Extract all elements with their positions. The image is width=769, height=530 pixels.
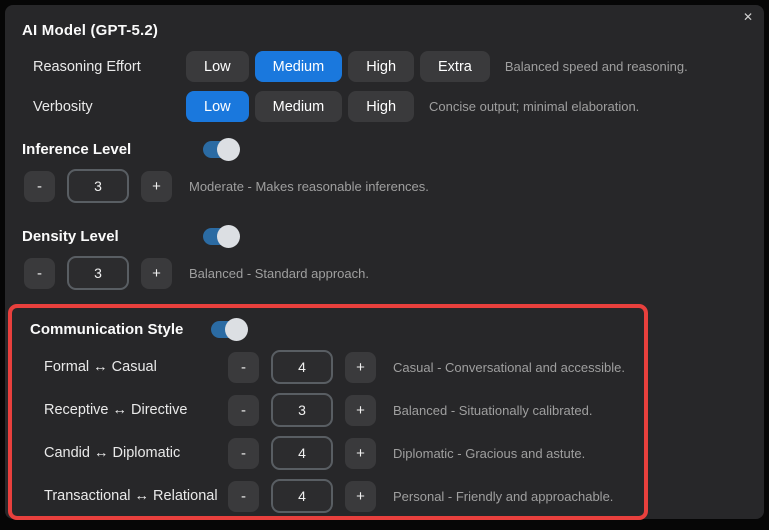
inference-level-toggle[interactable] xyxy=(203,138,240,161)
receptive-directive-value-field[interactable]: 3 xyxy=(271,393,333,427)
transactional-relational-row: Transactional ↔ Relational - 4 + Persona… xyxy=(44,479,644,513)
candid-diplomatic-plus-button[interactable]: + xyxy=(345,437,376,469)
candid-diplomatic-minus-button[interactable]: - xyxy=(228,437,259,469)
transactional-relational-label: Transactional ↔ Relational xyxy=(44,488,218,504)
candid-diplomatic-row: Candid ↔ Diplomatic - 4 + Diplomatic - G… xyxy=(44,436,644,470)
verbosity-row: Verbosity Low Medium High Concise output… xyxy=(33,91,764,122)
transactional-relational-minus-button[interactable]: - xyxy=(228,480,259,512)
reasoning-medium-button[interactable]: Medium xyxy=(254,51,343,82)
formal-casual-minus-button[interactable]: - xyxy=(228,351,259,383)
settings-panel: ✕ AI Model (GPT-5.2) Reasoning Effort Lo… xyxy=(5,5,764,520)
verbosity-description: Concise output; minimal elaboration. xyxy=(429,99,640,114)
verbosity-high-button[interactable]: High xyxy=(348,91,415,122)
verbosity-low-button[interactable]: Low xyxy=(186,91,249,122)
density-level-header: Density Level xyxy=(22,225,764,248)
communication-style-toggle[interactable] xyxy=(211,318,248,341)
communication-style-header: Communication Style xyxy=(30,318,644,341)
receptive-directive-label: Receptive ↔ Directive xyxy=(44,402,188,418)
density-value-field[interactable]: 3 xyxy=(67,256,129,290)
transactional-relational-plus-button[interactable]: + xyxy=(345,480,376,512)
communication-style-label: Communication Style xyxy=(30,321,184,338)
inference-description: Moderate - Makes reasonable inferences. xyxy=(189,178,429,194)
inference-minus-button[interactable]: - xyxy=(24,170,55,202)
density-level-stepper: - 3 + Balanced - Standard approach. xyxy=(24,256,764,290)
reasoning-extra-button[interactable]: Extra xyxy=(420,51,490,82)
toggle-knob xyxy=(217,138,240,161)
formal-casual-row: Formal ↔ Casual - 4 + Casual - Conversat… xyxy=(44,350,644,384)
density-level-label: Density Level xyxy=(22,228,119,245)
inference-level-label: Inference Level xyxy=(22,141,132,158)
candid-diplomatic-description: Diplomatic - Gracious and astute. xyxy=(393,445,586,461)
reasoning-high-button[interactable]: High xyxy=(348,51,415,82)
reasoning-effort-description: Balanced speed and reasoning. xyxy=(504,59,688,74)
verbosity-options: Low Medium High xyxy=(186,91,415,122)
inference-level-stepper: - 3 + Moderate - Makes reasonable infere… xyxy=(24,169,764,203)
panel-title: AI Model (GPT-5.2) xyxy=(22,22,159,39)
formal-casual-value-field[interactable]: 4 xyxy=(271,350,333,384)
transactional-relational-value-field[interactable]: 4 xyxy=(271,479,333,513)
verbosity-medium-button[interactable]: Medium xyxy=(254,91,343,122)
toggle-knob xyxy=(217,225,240,248)
verbosity-label: Verbosity xyxy=(33,98,93,115)
density-description: Balanced - Standard approach. xyxy=(189,265,369,281)
formal-casual-description: Casual - Conversational and accessible. xyxy=(393,359,625,375)
candid-diplomatic-label: Candid ↔ Diplomatic xyxy=(44,445,181,461)
highlight-box: Communication Style Formal ↔ Casual - 4 … xyxy=(8,304,648,520)
inference-plus-button[interactable]: + xyxy=(141,170,172,202)
reasoning-low-button[interactable]: Low xyxy=(186,51,249,82)
inference-level-header: Inference Level xyxy=(22,138,764,161)
receptive-directive-description: Balanced - Situationally calibrated. xyxy=(393,402,593,418)
close-icon[interactable]: ✕ xyxy=(743,10,753,24)
formal-casual-label: Formal ↔ Casual xyxy=(44,359,157,375)
inference-value-field[interactable]: 3 xyxy=(67,169,129,203)
receptive-directive-row: Receptive ↔ Directive - 3 + Balanced - S… xyxy=(44,393,644,427)
receptive-directive-plus-button[interactable]: + xyxy=(345,394,376,426)
toggle-knob xyxy=(225,318,248,341)
transactional-relational-description: Personal - Friendly and approachable. xyxy=(393,488,614,504)
candid-diplomatic-value-field[interactable]: 4 xyxy=(271,436,333,470)
density-minus-button[interactable]: - xyxy=(24,257,55,289)
density-level-toggle[interactable] xyxy=(203,225,240,248)
formal-casual-plus-button[interactable]: + xyxy=(345,351,376,383)
reasoning-effort-options: Low Medium High Extra xyxy=(186,51,490,82)
density-plus-button[interactable]: + xyxy=(141,257,172,289)
reasoning-effort-row: Reasoning Effort Low Medium High Extra B… xyxy=(33,51,764,82)
receptive-directive-minus-button[interactable]: - xyxy=(228,394,259,426)
reasoning-effort-label: Reasoning Effort xyxy=(33,58,141,75)
